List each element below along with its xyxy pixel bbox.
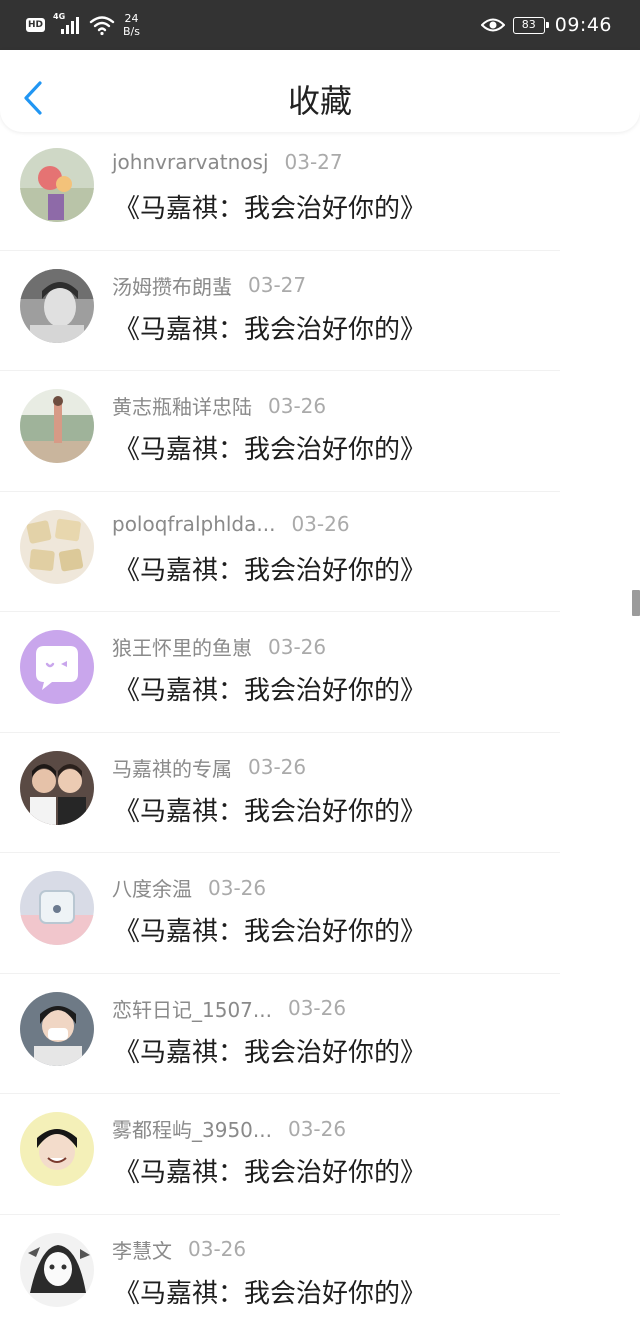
page-title: 收藏	[287, 82, 352, 120]
author-name[interactable]: poloqfralphlda...	[112, 512, 275, 536]
item-title[interactable]: 《马嘉祺：我会治好你的》	[114, 1273, 426, 1310]
list-item[interactable]: 雾都程屿_3950... 03-26 《马嘉祺：我会治好你的》	[0, 1094, 640, 1215]
avatar[interactable]	[20, 991, 94, 1066]
item-title[interactable]: 《马嘉祺：我会治好你的》	[114, 911, 426, 948]
clock: 09:46	[554, 14, 612, 36]
item-title[interactable]: 《马嘉祺：我会治好你的》	[114, 791, 426, 828]
list-item[interactable]: 黄志瓶釉详忠陆 03-26 《马嘉祺：我会治好你的》	[0, 371, 640, 492]
list-item[interactable]: 汤姆攒布朗蜚 03-27 《马嘉祺：我会治好你的》	[0, 251, 640, 371]
battery-icon: 83	[512, 16, 549, 34]
app-header: 收藏	[0, 50, 640, 132]
scrollbar[interactable]	[632, 590, 640, 616]
network-type: 4G	[53, 12, 66, 21]
network-speed-value: 24	[124, 12, 139, 25]
item-date: 03-26	[268, 393, 327, 418]
item-meta: 马嘉祺的专属 03-26	[112, 753, 306, 783]
avatar[interactable]	[20, 750, 94, 825]
author-name[interactable]: 狼王怀里的鱼崽	[112, 632, 252, 661]
item-meta: 汤姆攒布朗蜚 03-27	[112, 271, 306, 301]
hd-badge: HD	[26, 18, 46, 32]
item-meta: 黄志瓶釉详忠陆 03-26	[112, 391, 326, 421]
item-date: 03-26	[248, 755, 307, 779]
item-date: 03-26	[287, 996, 347, 1020]
item-title[interactable]: 《马嘉祺：我会治好你的》	[114, 1152, 426, 1189]
author-name[interactable]: 李慧文	[112, 1235, 172, 1264]
list-item[interactable]: 狼王怀里的鱼崽 03-26 《马嘉祺：我会治好你的》	[0, 612, 640, 733]
author-name[interactable]: 雾都程屿_3950...	[112, 1114, 272, 1143]
author-name[interactable]: 恋轩日记_1507...	[112, 994, 272, 1023]
item-meta: johnvrarvatnosj 03-27	[112, 150, 343, 180]
avatar[interactable]	[20, 871, 94, 945]
author-name[interactable]: 八度余温	[112, 873, 192, 902]
list-item[interactable]: poloqfralphlda... 03-26 《马嘉祺：我会治好你的》	[0, 492, 640, 612]
avatar[interactable]	[20, 1232, 94, 1307]
cellular-signal-icon: 4G	[53, 12, 83, 36]
item-title[interactable]: 《马嘉祺：我会治好你的》	[114, 1032, 426, 1069]
item-date: 03-26	[208, 875, 267, 900]
status-bar: HD 4G 24 B/s 83 09:46	[0, 0, 640, 50]
item-title[interactable]: 《马嘉祺：我会治好你的》	[114, 188, 426, 225]
list-item[interactable]: 恋轩日记_1507... 03-26 《马嘉祺：我会治好你的》	[0, 974, 640, 1094]
network-speed: 24 B/s	[123, 12, 140, 38]
avatar[interactable]	[20, 389, 94, 463]
item-date: 03-27	[284, 150, 343, 174]
wifi-icon	[89, 16, 115, 36]
list-item[interactable]: johnvrarvatnosj 03-27 《马嘉祺：我会治好你的》	[0, 130, 640, 251]
author-name[interactable]: 汤姆攒布朗蜚	[112, 271, 232, 300]
item-meta: 雾都程屿_3950... 03-26	[112, 1114, 346, 1144]
author-name[interactable]: 马嘉祺的专属	[112, 753, 232, 782]
avatar[interactable]	[20, 148, 94, 222]
item-meta: 八度余温 03-26	[112, 873, 266, 903]
item-date: 03-26	[287, 1116, 347, 1141]
item-title[interactable]: 《马嘉祺：我会治好你的》	[114, 309, 426, 346]
author-name[interactable]: johnvrarvatnosj	[112, 150, 269, 174]
item-date: 03-26	[188, 1237, 247, 1261]
avatar[interactable]	[20, 268, 94, 343]
item-title[interactable]: 《马嘉祺：我会治好你的》	[114, 550, 426, 587]
list-item[interactable]: 马嘉祺的专属 03-26 《马嘉祺：我会治好你的》	[0, 733, 640, 853]
eye-icon	[480, 18, 505, 32]
list-item[interactable]: 李慧文 03-26 《马嘉祺：我会治好你的》	[0, 1215, 640, 1330]
item-meta: 李慧文 03-26	[112, 1235, 246, 1265]
item-date: 03-26	[268, 634, 327, 659]
network-speed-unit: B/s	[123, 25, 140, 38]
favorites-list: johnvrarvatnosj 03-27 《马嘉祺：我会治好你的》 汤姆攒布朗蜚…	[0, 130, 640, 1330]
list-item[interactable]: 八度余温 03-26 《马嘉祺：我会治好你的》	[0, 853, 640, 974]
status-bar-right: 83 09:46	[480, 10, 612, 40]
item-date: 03-26	[291, 511, 350, 536]
status-bar-left: HD 4G 24 B/s	[26, 10, 140, 40]
item-meta: 恋轩日记_1507... 03-26	[112, 994, 346, 1024]
item-date: 03-27	[248, 273, 307, 297]
item-meta: poloqfralphlda... 03-26	[112, 512, 350, 542]
item-title[interactable]: 《马嘉祺：我会治好你的》	[114, 429, 426, 466]
battery-level: 83	[521, 17, 536, 31]
avatar[interactable]	[20, 509, 94, 584]
item-title[interactable]: 《马嘉祺：我会治好你的》	[114, 670, 426, 707]
avatar[interactable]	[20, 1112, 94, 1186]
avatar[interactable]	[20, 630, 94, 704]
author-name[interactable]: 黄志瓶釉详忠陆	[112, 391, 252, 420]
item-meta: 狼王怀里的鱼崽 03-26	[112, 632, 326, 662]
